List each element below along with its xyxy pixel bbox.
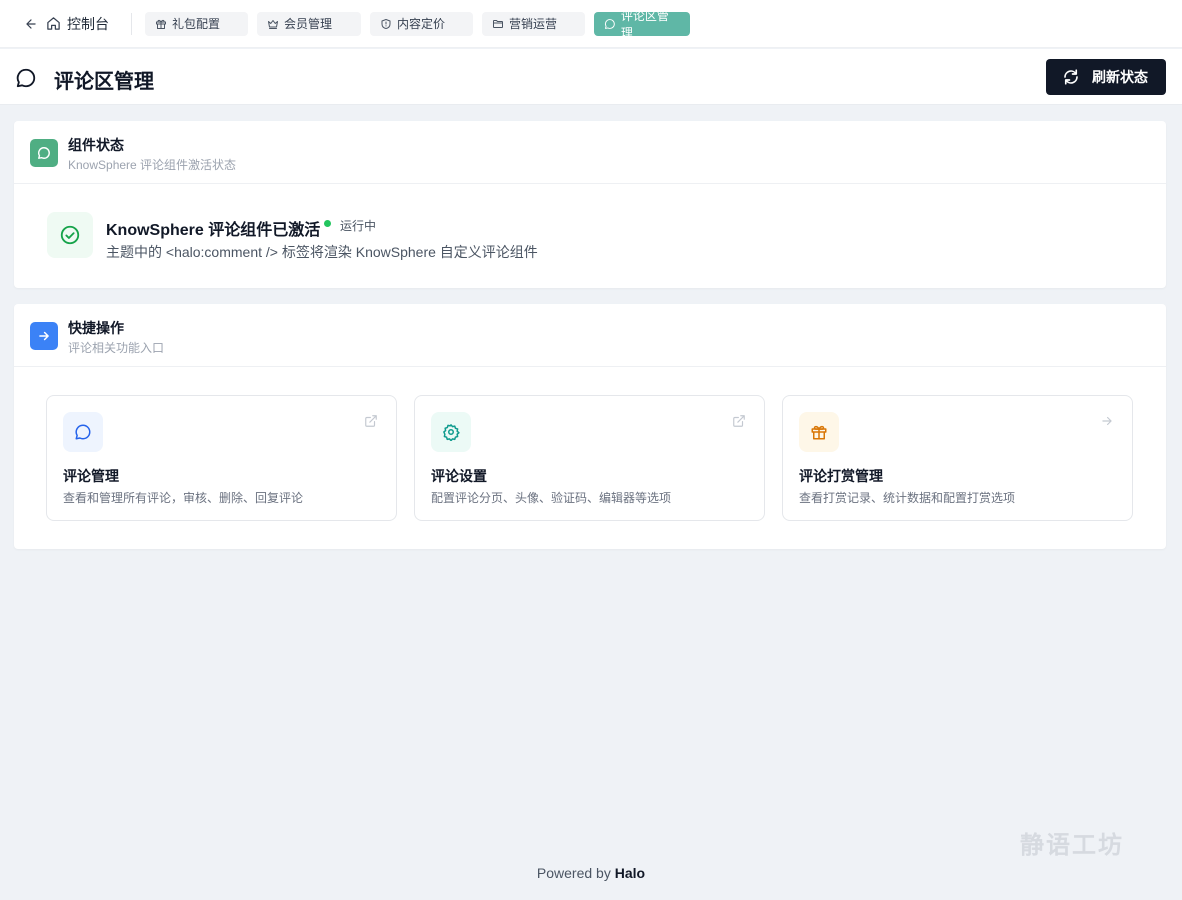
- tab-label: 评论区管理: [620, 8, 669, 40]
- component-status-card: 组件状态 KnowSphere 评论组件激活状态 KnowSphere 评论组件…: [14, 121, 1166, 288]
- arrow-right-icon: [1102, 416, 1112, 426]
- status-description: 主题中的 <halo:comment /> 标签将渲染 KnowSphere 自…: [106, 244, 538, 260]
- crown-icon: [268, 19, 278, 29]
- status-title: KnowSphere 评论组件已激活: [106, 222, 321, 239]
- comment-icon: [604, 18, 615, 29]
- arrow-right-icon: [39, 331, 49, 341]
- footer-prefix: Powered by: [536, 865, 611, 881]
- top-nav: 控制台 礼包配置 会员管理 内容定价 营销运营 评论区管理: [0, 0, 1182, 48]
- quick-action-title: 评论管理: [63, 468, 119, 484]
- quick-action-comment-settings[interactable]: 评论设置 配置评论分页、头像、验证码、编辑器等选项: [414, 395, 765, 521]
- quick-actions-card: 快捷操作 评论相关功能入口 评论管理 查看和管理所有评论，审核、删除、回复评论 …: [14, 304, 1166, 549]
- status-icon-box: [47, 212, 93, 258]
- check-circle-icon: [60, 225, 80, 245]
- tab-label: 礼包配置: [172, 17, 221, 31]
- quick-action-comment-management[interactable]: 评论管理 查看和管理所有评论，审核、删除、回复评论: [46, 395, 397, 521]
- footer: Powered by Halo: [0, 865, 1182, 881]
- quick-action-comment-reward[interactable]: 评论打赏管理 查看打赏记录、统计数据和配置打赏选项: [782, 395, 1133, 521]
- quick-action-description: 查看打赏记录、统计数据和配置打赏选项: [799, 491, 1016, 505]
- card-title: 快捷操作: [68, 320, 124, 336]
- dashboard-link[interactable]: 控制台: [46, 14, 109, 34]
- tab-marketing-ops[interactable]: 营销运营: [482, 11, 585, 36]
- refresh-icon: [1064, 69, 1078, 85]
- comment-icon: [75, 424, 91, 440]
- page-title: 评论区管理: [54, 71, 154, 93]
- card-icon-box: [30, 322, 58, 350]
- gift-icon: [811, 425, 827, 440]
- page-header: 评论区管理 刷新状态: [0, 49, 1182, 105]
- comment-icon: [38, 147, 50, 159]
- external-link-icon: [733, 415, 745, 427]
- tab-member-management[interactable]: 会员管理: [257, 11, 361, 36]
- card-icon-box: [30, 139, 58, 167]
- status-body: KnowSphere 评论组件已激活 运行中 主题中的 <halo:commen…: [14, 184, 1166, 288]
- tab-label: 内容定价: [397, 17, 446, 31]
- external-link-icon: [365, 415, 377, 427]
- tab-content-pricing[interactable]: 内容定价: [370, 11, 473, 36]
- folder-icon: [493, 19, 503, 28]
- gear-icon: [443, 424, 460, 441]
- dashboard-label: 控制台: [67, 15, 109, 32]
- tab-label: 营销运营: [509, 17, 558, 31]
- quick-action-icon-box: [431, 412, 471, 452]
- refresh-status-button[interactable]: 刷新状态: [1046, 59, 1166, 95]
- quick-action-icon-box: [799, 412, 839, 452]
- card-subtitle: 评论相关功能入口: [68, 341, 165, 355]
- comment-icon: [16, 68, 36, 88]
- home-icon: [47, 17, 60, 30]
- quick-action-title: 评论设置: [431, 468, 487, 484]
- status-badge: 运行中: [340, 219, 377, 233]
- quick-action-title: 评论打赏管理: [799, 468, 883, 484]
- quick-action-description: 查看和管理所有评论，审核、删除、回复评论: [63, 491, 304, 505]
- tab-comment-management[interactable]: 评论区管理: [594, 9, 690, 40]
- card-header: 组件状态 KnowSphere 评论组件激活状态: [14, 121, 1166, 184]
- quick-actions-body: 评论管理 查看和管理所有评论，审核、删除、回复评论 评论设置 配置评论分页、头像…: [14, 367, 1166, 549]
- status-indicator-dot: [324, 220, 331, 227]
- card-subtitle: KnowSphere 评论组件激活状态: [68, 158, 237, 172]
- card-header: 快捷操作 评论相关功能入口: [14, 304, 1166, 367]
- quick-action-icon-box: [63, 412, 103, 452]
- quick-action-description: 配置评论分页、头像、验证码、编辑器等选项: [431, 491, 672, 505]
- back-button[interactable]: [24, 17, 46, 31]
- footer-brand-link[interactable]: Halo: [615, 865, 645, 881]
- tab-gift-config[interactable]: 礼包配置: [145, 11, 248, 36]
- gift-icon: [156, 19, 166, 29]
- card-title: 组件状态: [68, 137, 124, 153]
- refresh-status-label: 刷新状态: [1092, 69, 1148, 85]
- nav-divider: [131, 12, 132, 35]
- shield-icon: [381, 18, 391, 29]
- watermark-text: 静语工坊: [1020, 832, 1124, 859]
- tab-label: 会员管理: [284, 17, 333, 31]
- arrow-left-icon: [26, 18, 36, 29]
